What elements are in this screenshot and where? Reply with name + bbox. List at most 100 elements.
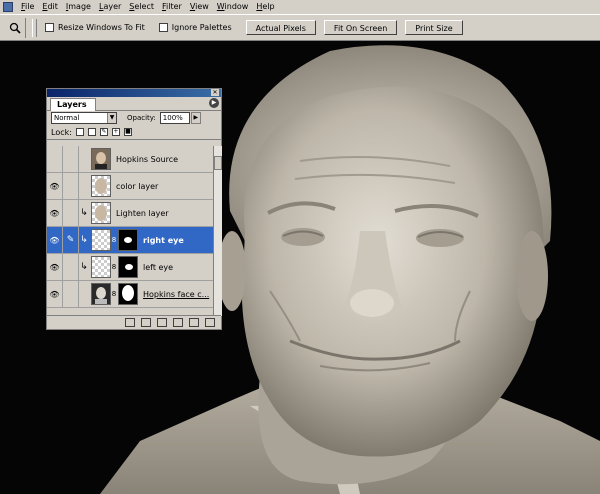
shape-thumb-icon — [95, 205, 107, 221]
zoom-icon — [9, 22, 21, 34]
visibility-toggle[interactable]: 👁 — [47, 172, 63, 200]
clipping-arrow-icon: ↳ — [80, 262, 88, 272]
layer-thumbnail — [91, 175, 111, 197]
layer-name: Lighten layer — [116, 208, 169, 218]
ignore-palettes-box[interactable] — [158, 23, 168, 32]
blend-opacity-row: Normal ▼ Opacity: 100% ▶ — [47, 111, 221, 125]
layer-list: Hopkins Source 👁 color layer 👁 ↳ Lighten… — [47, 146, 213, 316]
zoom-tool-button[interactable] — [5, 17, 26, 38]
menu-view[interactable]: View — [186, 0, 213, 14]
trash-icon[interactable] — [205, 318, 215, 327]
chevron-down-icon[interactable]: ▼ — [107, 113, 116, 123]
layers-palette: ✕ Layers ▶ Normal ▼ Opacity: 100% ▶ Lock… — [46, 88, 222, 330]
palette-bottom-toolbar — [47, 315, 221, 329]
layer-row-left-eye[interactable]: 👁 ↳ 8 left eye — [47, 253, 213, 281]
menu-bar: File Edit Image Layer Select Filter View… — [0, 0, 600, 14]
menu-file[interactable]: File — [17, 0, 38, 14]
layer-row-hopkins-source[interactable]: Hopkins Source — [47, 146, 213, 173]
eye-icon: 👁 — [49, 181, 60, 191]
visibility-toggle[interactable]: 👁 — [47, 280, 63, 308]
paintbrush-icon[interactable]: ✎ — [63, 226, 79, 254]
blend-mode-select[interactable]: Normal ▼ — [51, 112, 117, 124]
resize-windows-checkbox[interactable]: Resize Windows To Fit — [45, 23, 145, 32]
fit-on-screen-button[interactable]: Fit On Screen — [323, 20, 398, 35]
link-toggle[interactable] — [63, 253, 79, 281]
menu-select[interactable]: Select — [125, 0, 158, 14]
new-layer-icon[interactable] — [189, 318, 199, 327]
layer-name: color layer — [116, 181, 159, 191]
eye-icon: 👁 — [49, 208, 60, 218]
lock-label: Lock: — [51, 127, 72, 137]
opacity-label: Opacity: — [127, 114, 156, 122]
lock-row: Lock: ✎ + ■ — [47, 125, 221, 140]
options-grip[interactable] — [32, 18, 37, 37]
layer-name: left eye — [143, 262, 174, 272]
layer-row-right-eye[interactable]: 👁 ✎ ↳ 8 right eye — [47, 226, 213, 254]
opacity-input[interactable]: 100% — [159, 112, 190, 124]
menu-window[interactable]: Window — [213, 0, 253, 14]
palette-title-bar[interactable]: ✕ — [47, 89, 221, 97]
layer-name: Hopkins Source — [116, 154, 179, 164]
menu-filter[interactable]: Filter — [158, 0, 186, 14]
actual-pixels-button[interactable]: Actual Pixels — [245, 20, 316, 35]
ignore-palettes-label: Ignore Palettes — [171, 23, 232, 32]
layer-mask-thumbnail[interactable] — [118, 283, 138, 305]
clipping-arrow-icon: ↳ — [80, 208, 88, 218]
layer-thumbnail — [91, 256, 111, 278]
palette-close-button[interactable]: ✕ — [211, 89, 219, 96]
layer-thumbnail — [91, 283, 111, 305]
scrollbar-thumb[interactable] — [214, 156, 222, 170]
new-set-icon[interactable] — [157, 318, 167, 327]
lock-all-icon[interactable]: ■ — [123, 128, 132, 136]
layer-thumbnail — [91, 202, 111, 224]
menu-layer[interactable]: Layer — [95, 0, 125, 14]
app-icon[interactable] — [3, 2, 13, 12]
layer-style-icon[interactable] — [125, 318, 135, 327]
visibility-toggle[interactable]: 👁 — [47, 226, 63, 254]
layer-thumbnail — [91, 148, 111, 170]
link-toggle[interactable] — [63, 199, 79, 227]
link-toggle[interactable] — [63, 146, 79, 173]
clipping-arrow-icon: ↳ — [80, 235, 88, 245]
chain-link-icon[interactable]: 8 — [111, 290, 117, 298]
opacity-slider-button[interactable]: ▶ — [190, 112, 201, 124]
eye-icon: 👁 — [49, 262, 60, 272]
lock-image-icon[interactable] — [87, 128, 96, 136]
add-mask-icon[interactable] — [141, 318, 151, 327]
options-bar: Resize Windows To Fit Ignore Palettes Ac… — [0, 14, 600, 41]
chain-link-icon[interactable]: 8 — [111, 236, 117, 244]
print-size-button[interactable]: Print Size — [405, 20, 463, 35]
lock-brush-icon[interactable]: ✎ — [99, 128, 108, 136]
layer-thumbnail — [91, 229, 111, 251]
layer-row-color-layer[interactable]: 👁 color layer — [47, 172, 213, 200]
visibility-toggle[interactable] — [47, 146, 63, 173]
link-toggle[interactable] — [63, 172, 79, 200]
blend-mode-value: Normal — [54, 114, 80, 122]
adjustment-layer-icon[interactable] — [173, 318, 183, 327]
eye-icon: 👁 — [49, 289, 60, 299]
mask-shape-icon — [119, 284, 137, 304]
ignore-palettes-checkbox[interactable]: Ignore Palettes — [158, 23, 232, 32]
visibility-toggle[interactable]: 👁 — [47, 199, 63, 227]
lock-position-icon[interactable]: + — [111, 128, 120, 136]
visibility-toggle[interactable]: 👁 — [47, 253, 63, 281]
layer-mask-thumbnail[interactable] — [118, 256, 138, 278]
layer-row-lighten-layer[interactable]: 👁 ↳ Lighten layer — [47, 199, 213, 227]
palette-menu-button[interactable]: ▶ — [209, 98, 219, 108]
mask-shape-icon — [119, 230, 137, 250]
resize-windows-box[interactable] — [45, 23, 54, 32]
menu-help[interactable]: Help — [252, 0, 278, 14]
portrait-thumb-icon — [92, 284, 110, 304]
palette-tab-row: Layers ▶ — [47, 97, 221, 111]
menu-edit[interactable]: Edit — [38, 0, 62, 14]
layer-row-hopkins-face[interactable]: 👁 8 Hopkins face c... — [47, 280, 213, 308]
layer-name: right eye — [143, 235, 184, 245]
layers-scrollbar[interactable] — [213, 146, 222, 316]
chain-link-icon[interactable]: 8 — [111, 263, 117, 271]
lock-transparency-icon[interactable] — [75, 128, 84, 136]
layer-mask-thumbnail[interactable] — [118, 229, 138, 251]
menu-image[interactable]: Image — [62, 0, 95, 14]
portrait-thumb-icon — [92, 149, 110, 169]
tab-layers[interactable]: Layers — [50, 98, 96, 111]
link-toggle[interactable] — [63, 280, 79, 308]
